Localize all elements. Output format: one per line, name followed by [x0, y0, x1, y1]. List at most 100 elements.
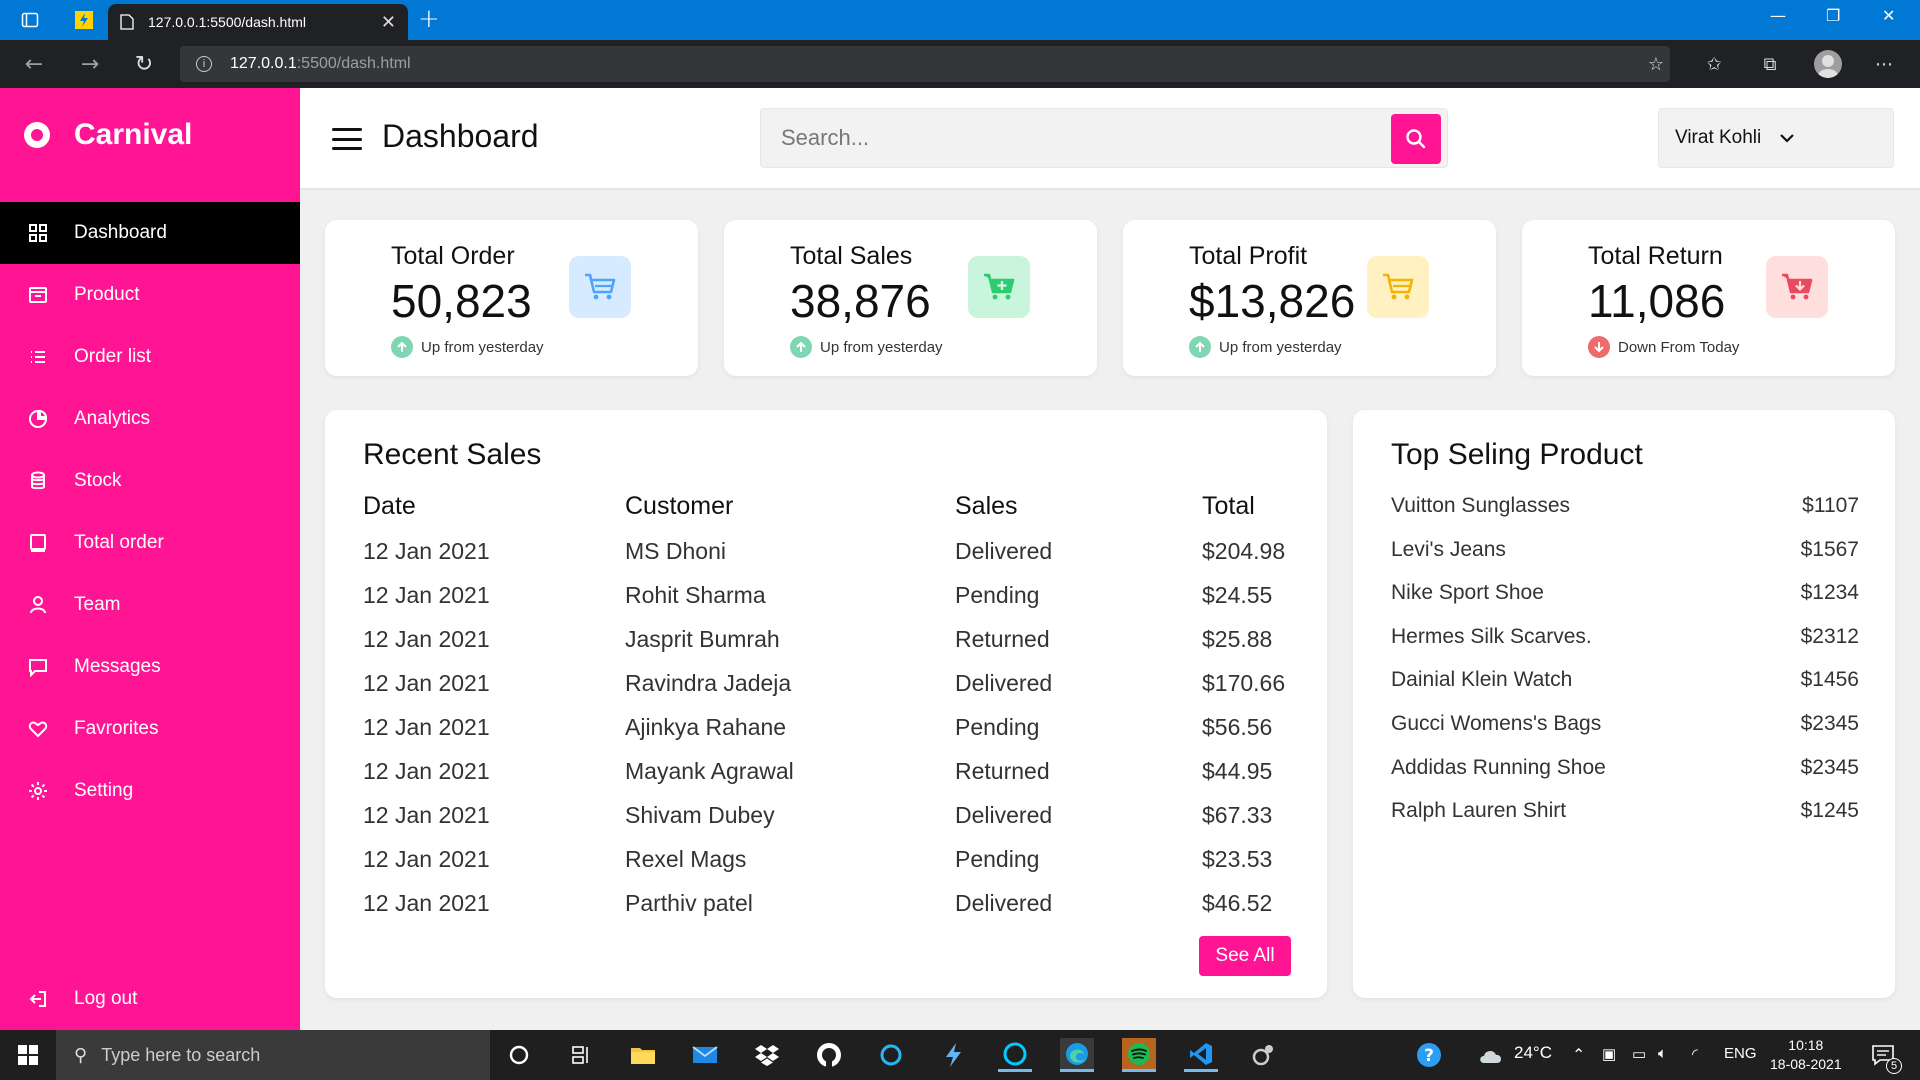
favorites-icon[interactable]: ✩ — [1702, 52, 1726, 76]
product-price: $2312 — [1800, 624, 1859, 648]
spotify-icon[interactable] — [1122, 1038, 1156, 1072]
search-input[interactable] — [761, 109, 1381, 167]
tab-actions-icon[interactable] — [18, 8, 42, 32]
restore-icon[interactable]: ❐ — [1826, 6, 1840, 25]
weather-cloud-icon[interactable] — [1474, 1038, 1508, 1072]
back-icon[interactable]: ← — [20, 50, 48, 78]
cortana-icon[interactable] — [502, 1038, 536, 1072]
refresh-icon[interactable]: ↻ — [130, 50, 158, 78]
more-options-icon[interactable]: ⋯ — [1872, 52, 1896, 76]
weather-temp[interactable]: 24°C — [1514, 1043, 1552, 1063]
active-tab[interactable]: 127.0.0.1:5500/dash.html ✕ — [108, 4, 408, 40]
collections-icon[interactable]: ⧉ — [1758, 52, 1782, 76]
cell-date: 12 Jan 2021 — [363, 890, 490, 916]
meet-now-icon[interactable]: ▣ — [1602, 1045, 1616, 1063]
sidebar-item-stock[interactable]: Stock — [0, 450, 300, 512]
recent-sales-card: Recent Sales Date Customer Sales Total 1… — [325, 410, 1327, 998]
vscode-icon[interactable] — [1184, 1038, 1218, 1072]
battery-icon[interactable]: ▭ — [1632, 1045, 1646, 1063]
list-item[interactable]: Levi's Jeans $1567 — [1391, 538, 1859, 582]
list-item[interactable]: Ralph Lauren Shirt $1245 — [1391, 799, 1859, 843]
address-bar: ← → ↻ i 127.0.0.1:5500/dash.html ☆ ✩ ⧉ ⋯ — [0, 40, 1920, 88]
thunder-app-icon[interactable] — [936, 1038, 970, 1072]
chevron-up-icon[interactable]: ⌃ — [1572, 1045, 1585, 1065]
github-icon[interactable] — [812, 1038, 846, 1072]
product-name: Ralph Lauren Shirt — [1391, 799, 1567, 823]
profile-avatar[interactable] — [1814, 50, 1842, 78]
stat-card-total-sales: Total Sales 38,876 Up from yesterday — [724, 220, 1097, 376]
cell-status: Pending — [955, 846, 1040, 872]
list-item[interactable]: Dainial Klein Watch $1456 — [1391, 668, 1859, 712]
close-window-icon[interactable]: ✕ — [1882, 6, 1895, 25]
database-icon — [26, 469, 50, 493]
sidebar-item-messages[interactable]: Messages — [0, 636, 300, 698]
site-info-icon[interactable]: i — [196, 56, 212, 72]
cell-total: $46.52 — [1202, 890, 1273, 916]
notifications-icon[interactable]: 5 — [1866, 1038, 1902, 1074]
cart-plus-icon — [968, 256, 1030, 318]
cell-date: 12 Jan 2021 — [363, 802, 490, 828]
forward-icon[interactable]: → — [76, 50, 104, 78]
cortana-ring-icon[interactable] — [874, 1038, 908, 1072]
sidebar-item-total-order[interactable]: Total order — [0, 512, 300, 574]
wifi-icon[interactable]: ◜ — [1692, 1045, 1698, 1063]
see-all-button[interactable]: See All — [1199, 936, 1291, 976]
mail-icon[interactable] — [688, 1038, 722, 1072]
column-header-customer: Customer — [625, 492, 734, 520]
new-tab-icon[interactable]: + — [418, 4, 440, 34]
windows-start-icon[interactable] — [18, 1045, 38, 1065]
list-item[interactable]: Addidas Running Shoe $2345 — [1391, 756, 1859, 800]
stat-trend-text: Up from yesterday — [820, 338, 943, 356]
clock[interactable]: 10:18 18-08-2021 — [1770, 1036, 1842, 1074]
sidebar-item-team[interactable]: Team — [0, 574, 300, 636]
svg-text:?: ? — [1424, 1046, 1434, 1066]
add-favorite-icon[interactable]: ☆ — [1644, 52, 1668, 76]
close-tab-icon[interactable]: ✕ — [381, 12, 396, 33]
alexa-icon[interactable] — [998, 1038, 1032, 1072]
url-field[interactable]: i 127.0.0.1:5500/dash.html — [180, 46, 1670, 82]
notification-count: 5 — [1886, 1058, 1902, 1074]
edge-browser-icon[interactable] — [1060, 1038, 1094, 1072]
cell-status: Delivered — [955, 670, 1053, 696]
cell-customer: Rexel Mags — [625, 846, 747, 872]
list-item[interactable]: Nike Sport Shoe $1234 — [1391, 581, 1859, 625]
recent-sales-table: Date Customer Sales Total 12 Jan 2021 MS… — [363, 492, 1303, 934]
minimize-icon[interactable]: — — [1770, 6, 1786, 25]
brand[interactable]: Carnival — [24, 118, 192, 152]
list-item[interactable]: Vuitton Sunglasses $1107 — [1391, 494, 1859, 538]
help-icon[interactable]: ? — [1412, 1038, 1446, 1072]
taskbar-search[interactable]: ⚲ Type here to search — [56, 1030, 490, 1080]
dropbox-icon[interactable] — [750, 1038, 784, 1072]
list-item[interactable]: Gucci Womens's Bags $2345 — [1391, 712, 1859, 756]
user-menu[interactable]: Virat Kohli — [1658, 108, 1894, 168]
file-explorer-icon[interactable] — [626, 1038, 660, 1072]
menu-toggle-icon[interactable] — [332, 128, 362, 150]
task-view-icon[interactable] — [564, 1038, 598, 1072]
system-app-icon[interactable] — [1246, 1038, 1280, 1072]
pinned-tab-icon[interactable] — [72, 8, 96, 32]
sidebar-item-setting[interactable]: Setting — [0, 760, 300, 822]
table-row: 12 Jan 2021 Ajinkya Rahane Pending $56.5… — [363, 714, 1303, 758]
language-indicator[interactable]: ENG — [1724, 1045, 1757, 1062]
message-icon — [26, 655, 50, 679]
volume-icon[interactable]: 🔈︎ — [1658, 1045, 1667, 1062]
logout-button[interactable]: Log out — [0, 968, 300, 1030]
table-row: 12 Jan 2021 Shivam Dubey Delivered $67.3… — [363, 802, 1303, 846]
cell-date: 12 Jan 2021 — [363, 670, 490, 696]
tablet-icon — [26, 531, 50, 555]
table-row: 12 Jan 2021 Parthiv patel Delivered $46.… — [363, 890, 1303, 934]
search-button[interactable] — [1391, 114, 1441, 164]
cell-customer: Shivam Dubey — [625, 802, 775, 828]
table-header: Date Customer Sales Total — [363, 492, 1303, 538]
column-header-total: Total — [1202, 492, 1255, 520]
list-item[interactable]: Hermes Silk Scarves. $2312 — [1391, 625, 1859, 669]
sidebar-item-order-list[interactable]: Order list — [0, 326, 300, 388]
url-host: 127.0.0.1 — [230, 55, 297, 72]
sidebar-item-product[interactable]: Product — [0, 264, 300, 326]
sidebar-item-dashboard[interactable]: Dashboard — [0, 202, 300, 264]
chevron-down-icon — [1780, 134, 1795, 143]
sidebar-item-analytics[interactable]: Analytics — [0, 388, 300, 450]
cell-status: Delivered — [955, 802, 1053, 828]
sidebar-item-favorites[interactable]: Favrorites — [0, 698, 300, 760]
box-icon — [26, 283, 50, 307]
